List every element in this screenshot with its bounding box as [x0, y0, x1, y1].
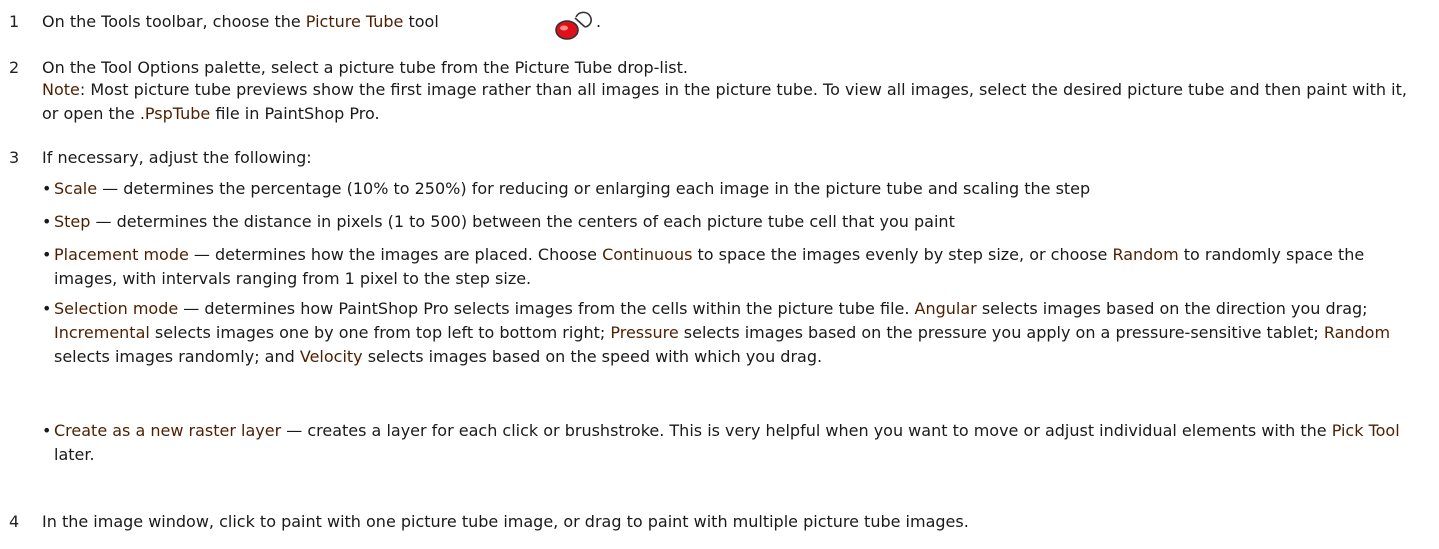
step-text: On the Tools toolbar, choose the Picture… [42, 12, 439, 31]
picture-tube-icon [555, 11, 592, 40]
step-text: On the Tool Options palette, select a pi… [42, 58, 688, 77]
bullet-dot: • [42, 245, 52, 264]
note-text: Note: Most picture tube previews show th… [42, 80, 1407, 123]
instructions-document: 1 On the Tools toolbar, choose the Pictu… [0, 0, 1439, 549]
bullet-dot: • [42, 299, 52, 318]
step-number: 1 [9, 12, 20, 31]
bullet-dot: • [42, 212, 52, 231]
step-number: 2 [9, 58, 20, 77]
note-label: Note [42, 80, 80, 99]
step-number: 3 [9, 148, 20, 167]
bullet-dot: • [42, 179, 52, 198]
step-text: In the image window, click to paint with… [42, 512, 969, 531]
step-number: 4 [9, 512, 20, 531]
psptube-keyword: .PspTube [139, 104, 211, 123]
bullet-dot: • [42, 421, 52, 440]
step-text: If necessary, adjust the following: [42, 148, 312, 167]
picture-tube-keyword: Picture Tube [305, 12, 404, 31]
